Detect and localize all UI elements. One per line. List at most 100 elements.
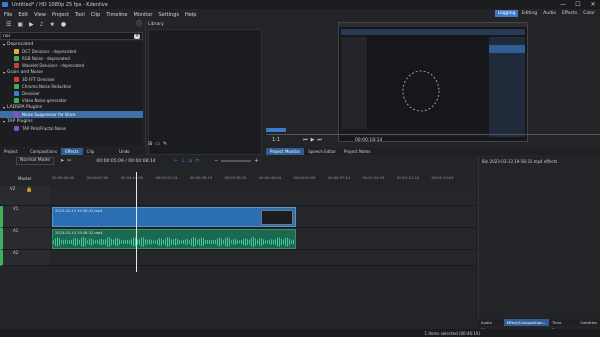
skip-back-icon[interactable]: ⏮	[303, 137, 308, 144]
ruler-tick-label: 00:00:07:04	[86, 176, 109, 180]
library-area[interactable]	[148, 29, 262, 155]
tab-effects[interactable]: Effects	[61, 148, 83, 155]
effect-item[interactable]: Chroma Noise Reduction	[0, 83, 143, 90]
tab-time-remap[interactable]: Time Rem...	[549, 319, 577, 332]
menu-project[interactable]: Project	[52, 12, 69, 18]
ruler-tick-label: 00:00:43:04	[259, 176, 281, 180]
save-icon[interactable]: ▣	[17, 22, 23, 28]
skip-forward-icon[interactable]: ⏭	[317, 137, 322, 144]
zoom-in-icon[interactable]: +	[254, 158, 258, 165]
edit-mode-select[interactable]: Normal Mode	[16, 157, 54, 165]
category-label: Deprecated	[7, 42, 34, 47]
add-library-icon[interactable]: ⊞	[148, 141, 152, 148]
timeline-ruler[interactable]: 00:00:00:00 00:00:07:04 00:00:14:09 00:00:2…	[50, 168, 476, 186]
audio-clip[interactable]: 2023-03-13 19-58-31.mp4	[52, 229, 296, 249]
menu-help[interactable]: Help	[185, 12, 196, 18]
track-header-v2[interactable]: V2 🔒	[0, 186, 50, 206]
zoom-out-icon[interactable]: −	[214, 158, 218, 165]
tab-undo-history[interactable]: Undo History	[115, 148, 145, 161]
menu-timeline[interactable]: Timeline	[106, 12, 127, 18]
effect-item[interactable]: 3D FFT Denoiser	[0, 76, 143, 83]
maximize-button[interactable]: ☐	[571, 0, 585, 9]
effect-type-icon	[14, 112, 19, 117]
track-lane-v2[interactable]	[50, 186, 476, 206]
tab-compositions[interactable]: Compositions	[26, 148, 61, 155]
menu-view[interactable]: View	[34, 12, 46, 18]
category-tap[interactable]: ▾ TAP Plugins	[0, 118, 143, 125]
audio-icon[interactable]: ♪	[40, 22, 44, 28]
effect-item[interactable]: Denoiser	[0, 90, 143, 97]
zoom-slider[interactable]	[221, 160, 252, 162]
tab-subtitles[interactable]: Subtitles	[577, 319, 600, 326]
effect-item[interactable]: Video Noise generator	[0, 97, 143, 104]
video-clip[interactable]: 2023-03-13 19-58-31.mp4	[52, 207, 296, 227]
track-lane-a2[interactable]	[50, 250, 476, 266]
razor-tool-icon[interactable]: ✂	[67, 158, 71, 165]
effect-item-selected[interactable]: Noise Suppressor for Voice	[0, 111, 143, 118]
favorite-star-icon[interactable]: ★	[50, 22, 55, 28]
minimize-button[interactable]: —	[556, 0, 570, 9]
list-view-icon[interactable]: ☰	[6, 22, 11, 28]
tab-audio-mixer[interactable]: Audio Mi...	[478, 319, 504, 332]
ruler-tick-label: 00:00:28:19	[190, 176, 212, 180]
effects-search-input[interactable]: noi ✕	[0, 32, 143, 40]
track-lane-v1[interactable]: 2023-03-13 19-58-31.mp4	[50, 206, 476, 228]
layout-color[interactable]: Color	[580, 10, 598, 17]
track-header-a2[interactable]: A2	[0, 250, 50, 266]
folder-icon[interactable]: ▭	[155, 141, 160, 148]
lock-icon[interactable]: 🔒	[26, 187, 32, 193]
layout-switcher: Logging Editing Audio Effects Color	[494, 10, 598, 17]
playhead[interactable]	[136, 172, 137, 272]
menu-settings[interactable]: Settings	[159, 12, 180, 18]
menu-edit[interactable]: Edit	[18, 12, 28, 18]
monitor-ruler[interactable]	[266, 134, 600, 135]
effect-type-icon	[14, 49, 19, 54]
window-title: Untitled* / HD 1080p 25 fps - Kdenlive	[12, 1, 108, 8]
timeline-toolbar: Normal Mode ➤ ✂ 00:00:05:09 / 00:00:08:1…	[0, 156, 476, 166]
close-button[interactable]: ✕	[586, 0, 600, 9]
layout-audio[interactable]: Audio	[540, 10, 559, 17]
menu-tool[interactable]: Tool	[75, 12, 85, 18]
zoom-level[interactable]: 1:1	[272, 137, 280, 144]
play-icon[interactable]: ▶	[311, 137, 315, 144]
menu-clip[interactable]: Clip	[91, 12, 100, 18]
menu-file[interactable]: File	[4, 12, 12, 18]
effect-item[interactable]: TAP Pink/Fractal Noise	[0, 125, 143, 132]
custom-icon[interactable]: ●	[61, 22, 66, 28]
tab-speech-editor[interactable]: Speech Editor	[304, 148, 340, 155]
layout-editing[interactable]: Editing	[518, 10, 540, 17]
tab-project-notes[interactable]: Project Notes	[340, 148, 375, 155]
layout-effects[interactable]: Effects	[559, 10, 580, 17]
effect-item[interactable]: RGB Noise - deprecated	[0, 55, 143, 62]
collapse-arrow-icon: ▾	[3, 70, 6, 75]
snap-icon[interactable]: ⊢	[174, 158, 178, 165]
tab-clip-properties[interactable]: Clip Properties	[83, 148, 115, 161]
menu-monitor[interactable]: Monitor	[133, 12, 152, 18]
clear-search-icon[interactable]: ✕	[134, 34, 140, 39]
insert-icon[interactable]: ⊓	[195, 158, 199, 165]
rename-icon[interactable]: ✎	[163, 141, 167, 148]
lift-icon[interactable]: ⊥	[181, 158, 185, 165]
monitor-screen[interactable]	[338, 22, 528, 142]
tab-project-monitor[interactable]: Project Monitor	[266, 148, 305, 155]
category-grain-noise[interactable]: ▾ Grain and Noise	[0, 69, 143, 76]
video-icon[interactable]: ▶	[29, 22, 34, 28]
monitor-zoom-bar[interactable]	[266, 128, 286, 132]
monitor-tabs: Project Monitor Speech Editor Project No…	[266, 148, 600, 155]
layout-logging[interactable]: Logging	[494, 10, 519, 17]
tab-project-bin[interactable]: Project Bin	[0, 148, 26, 161]
category-label: TAP Plugins	[7, 119, 33, 124]
overwrite-icon[interactable]: ⊔	[188, 158, 192, 165]
monitor-timecode[interactable]: 00:00:18:14	[355, 137, 382, 144]
info-icon[interactable]: ⓘ	[136, 22, 142, 28]
effect-item[interactable]: Wavelet Denoiser - deprecated	[0, 62, 143, 69]
track-header-v1[interactable]: V1	[0, 206, 50, 228]
category-deprecated[interactable]: ▾ Deprecated	[0, 41, 143, 48]
category-ladspa[interactable]: ▾ LADSPA Plugins	[0, 104, 143, 111]
track-header-a1[interactable]: A1	[0, 228, 50, 250]
select-tool-icon[interactable]: ➤	[60, 158, 64, 165]
effect-item[interactable]: DCT Denoiser - deprecated	[0, 48, 143, 55]
ruler-tick-label: 00:01:11:24	[397, 176, 419, 180]
tab-effect-composition[interactable]: Effect/Composition...	[503, 319, 550, 326]
track-lane-a1[interactable]: 2023-03-13 19-58-31.mp4	[50, 228, 476, 250]
